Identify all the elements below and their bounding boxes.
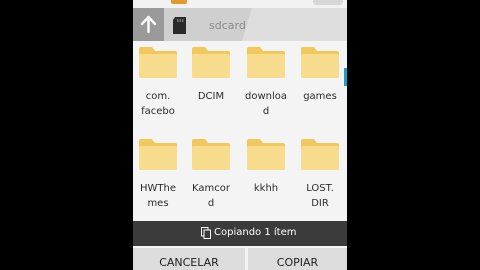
copy-button[interactable]: COPIAR (248, 248, 347, 270)
folder-label: LOST. DIR (306, 183, 334, 209)
folder-icon (139, 47, 177, 78)
folder-icon (247, 47, 285, 78)
folder-label: downloa d (244, 91, 287, 117)
folder-icon (301, 139, 339, 170)
folder-label: Kamcord (192, 183, 230, 209)
folder-icon (192, 139, 230, 170)
folder-icon (139, 139, 177, 170)
folder-item[interactable]: kkhh (241, 137, 291, 196)
app-icon (171, 0, 187, 4)
folder-item[interactable]: com. facebo (133, 45, 183, 119)
copy-status-bar: Copiando 1 ítem (133, 221, 347, 246)
folder-label: com. facebo (141, 91, 175, 117)
up-button[interactable] (133, 8, 164, 41)
folder-label: DCIM (197, 91, 225, 102)
cancel-button[interactable]: CANCELAR (133, 248, 245, 270)
folder-icon (192, 47, 230, 78)
folder-item[interactable]: downloa d (241, 45, 291, 119)
folder-label: games (303, 91, 337, 102)
sdcard-icon (173, 17, 186, 34)
folder-label: HWThe mes (139, 183, 176, 209)
action-bar: CANCELAR COPIAR (133, 248, 347, 270)
folder-icon (247, 139, 285, 170)
top-button[interactable] (313, 0, 343, 5)
folder-item[interactable]: HWThe mes (133, 137, 183, 211)
path-bar: sdcard (133, 8, 347, 41)
path-label[interactable]: sdcard (209, 19, 246, 32)
folder-icon (301, 47, 339, 78)
folder-item[interactable]: DCIM (186, 45, 236, 104)
folder-item[interactable]: LOST. DIR (295, 137, 345, 211)
status-text: Copiando 1 ítem (214, 227, 297, 238)
folder-item[interactable]: games (295, 45, 345, 104)
folder-label: kkhh (253, 183, 279, 194)
file-manager-screen: sdcard com. facebo DCIM downloa d games … (133, 0, 347, 270)
folder-item[interactable]: Kamcord (186, 137, 236, 211)
top-app-strip (133, 0, 347, 8)
arrow-up-icon (140, 15, 157, 34)
copy-icon (201, 227, 211, 239)
